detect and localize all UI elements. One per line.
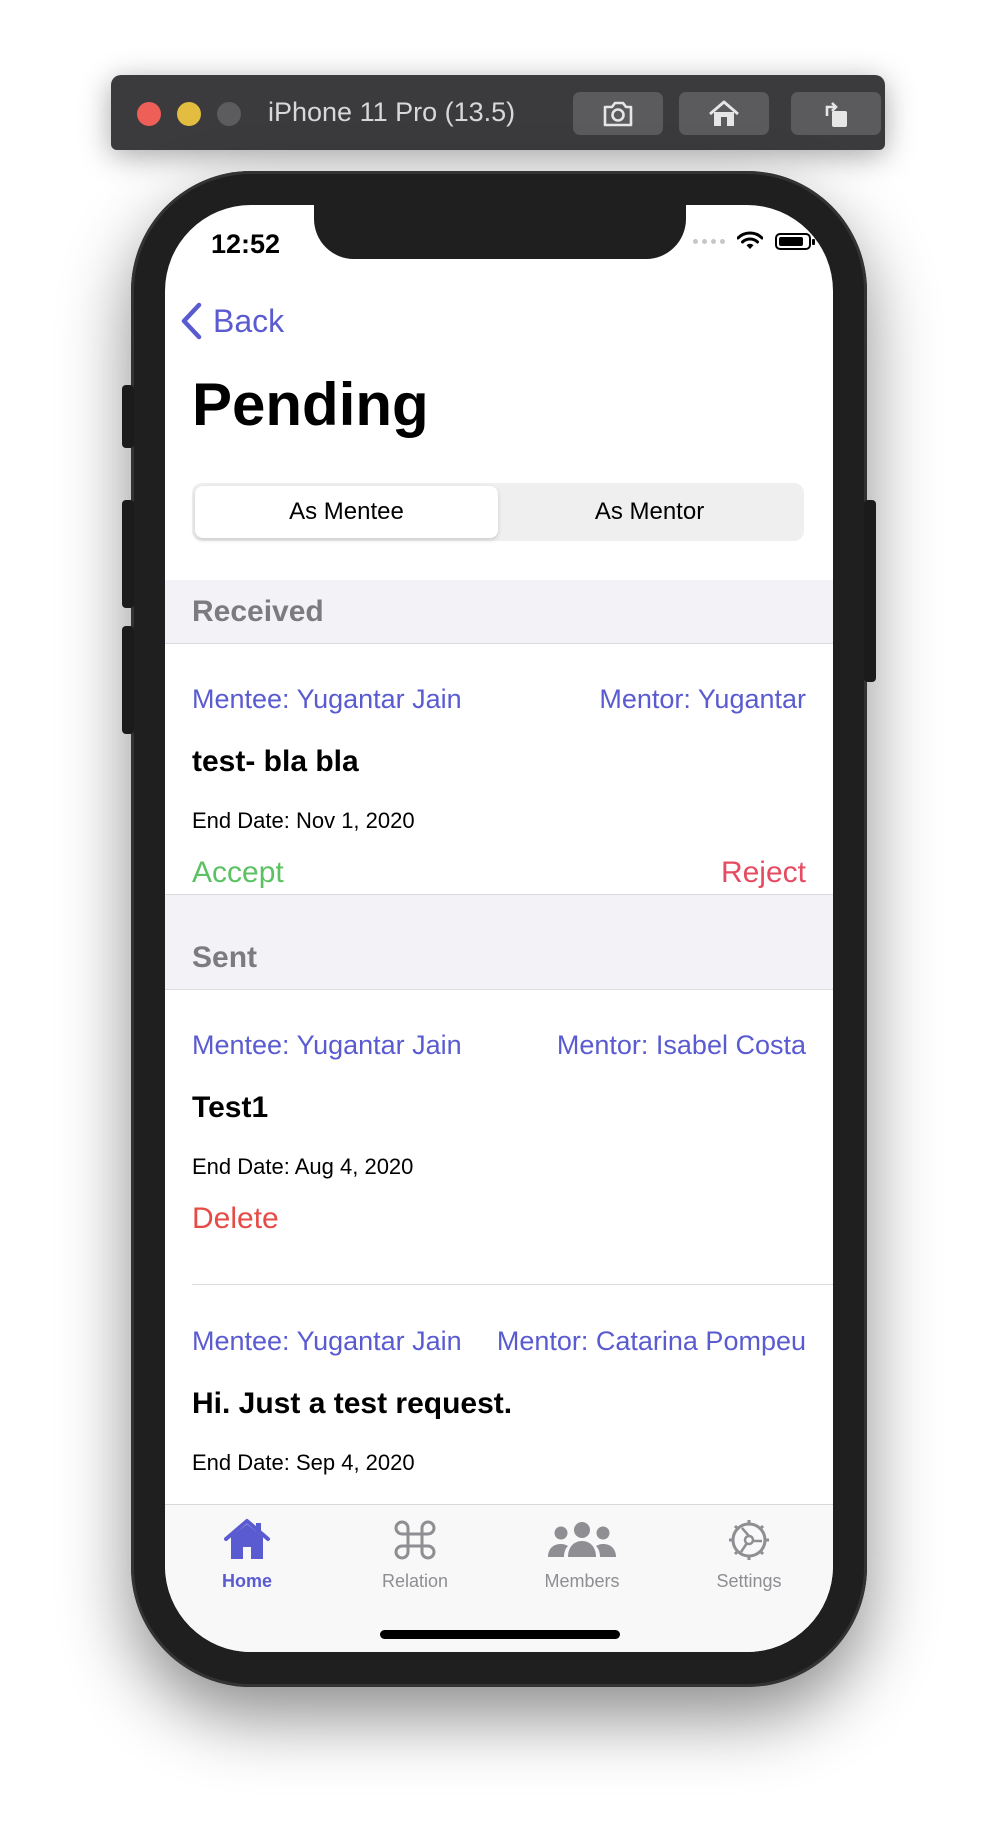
section-title: Received bbox=[192, 595, 324, 628]
segment-as-mentor[interactable]: As Mentor bbox=[498, 486, 801, 538]
section-title: Sent bbox=[192, 941, 258, 974]
delete-button[interactable]: Delete bbox=[192, 1202, 279, 1236]
list-item[interactable]: Mentee: Yugantar Jain Mentor: Isabel Cos… bbox=[165, 990, 833, 1286]
chevron-left-icon bbox=[181, 302, 202, 340]
screenshot-button[interactable] bbox=[573, 92, 663, 135]
request-title: test- bla bla bbox=[192, 745, 359, 778]
tab-label: Home bbox=[221, 1571, 272, 1591]
close-window-button[interactable] bbox=[137, 102, 161, 126]
request-title: Test1 bbox=[192, 1091, 269, 1124]
back-button[interactable]: Back bbox=[179, 302, 284, 340]
mentee-name: Mentee: Yugantar Jain bbox=[192, 1326, 462, 1356]
segment-as-mentee[interactable]: As Mentee bbox=[195, 486, 498, 538]
back-label: Back bbox=[213, 302, 285, 339]
tab-label: Settings bbox=[716, 1571, 782, 1591]
list-item[interactable]: Mentee: Yugantar Jain Mentor: Catarina P… bbox=[165, 1286, 833, 1506]
home-button[interactable] bbox=[679, 92, 769, 135]
page-title: Pending bbox=[192, 371, 429, 438]
tab-settings[interactable]: Settings bbox=[689, 1517, 809, 1592]
zoom-window-button[interactable] bbox=[217, 102, 241, 126]
house-icon bbox=[224, 1519, 270, 1559]
tab-label: Relation bbox=[381, 1571, 449, 1591]
section-header-sent: Sent bbox=[165, 894, 833, 990]
mentee-name: Mentee: Yugantar Jain bbox=[192, 1030, 462, 1060]
request-title: Hi. Just a test request. bbox=[192, 1387, 513, 1420]
mentee-name: Mentee: Yugantar Jain bbox=[192, 684, 462, 714]
mentor-name: Mentor: Catarina Pompeu bbox=[496, 1326, 806, 1356]
rotate-icon bbox=[825, 101, 847, 127]
mute-switch bbox=[122, 385, 134, 448]
end-date: End Date: Aug 4, 2020 bbox=[192, 1154, 414, 1179]
accept-button[interactable]: Accept bbox=[192, 856, 284, 890]
phone-screen: 12:52 Back Pending As Mentee As Mentor R… bbox=[165, 205, 833, 1652]
home-indicator[interactable] bbox=[380, 1630, 620, 1639]
tab-members[interactable]: Members bbox=[522, 1517, 642, 1592]
minimize-window-button[interactable] bbox=[177, 102, 201, 126]
list-item[interactable]: Mentee: Yugantar Jain Mentor: Yugantar t… bbox=[165, 644, 833, 894]
names-row: Mentee: Yugantar Jain Mentor: Isabel Cos… bbox=[192, 1030, 806, 1061]
section-header-received: Received bbox=[165, 580, 833, 644]
row-separator bbox=[192, 1284, 833, 1285]
status-time: 12:52 bbox=[211, 229, 281, 259]
wifi-icon bbox=[737, 231, 763, 249]
rotate-button[interactable] bbox=[791, 92, 881, 135]
status-indicators bbox=[693, 231, 815, 251]
tab-label: Members bbox=[544, 1571, 620, 1591]
volume-down-button bbox=[122, 626, 134, 734]
camera-icon bbox=[603, 101, 633, 126]
role-segmented-control: As Mentee As Mentor bbox=[192, 483, 804, 541]
names-row: Mentee: Yugantar Jain Mentor: Yugantar bbox=[192, 684, 806, 715]
home-icon bbox=[709, 100, 739, 126]
mentor-name: Mentor: Isabel Costa bbox=[556, 1030, 806, 1060]
gear-icon bbox=[729, 1520, 769, 1560]
command-icon bbox=[394, 1520, 436, 1560]
mentor-name: Mentor: Yugantar bbox=[599, 684, 806, 714]
cellular-signal-icon bbox=[693, 238, 725, 244]
people-icon bbox=[548, 1522, 616, 1557]
end-date: End Date: Nov 1, 2020 bbox=[192, 808, 415, 833]
battery-icon bbox=[775, 232, 815, 250]
end-date: End Date: Sep 4, 2020 bbox=[192, 1450, 415, 1475]
tab-home[interactable]: Home bbox=[187, 1517, 307, 1592]
volume-up-button bbox=[122, 500, 134, 608]
reject-button[interactable]: Reject bbox=[721, 856, 806, 890]
names-row: Mentee: Yugantar Jain Mentor: Catarina P… bbox=[192, 1326, 806, 1357]
power-button bbox=[864, 500, 876, 682]
tab-relation[interactable]: Relation bbox=[355, 1517, 475, 1592]
notch bbox=[314, 205, 686, 259]
simulator-toolbar: iPhone 11 Pro (13.5) bbox=[111, 75, 885, 150]
simulator-title: iPhone 11 Pro (13.5) bbox=[268, 97, 516, 127]
